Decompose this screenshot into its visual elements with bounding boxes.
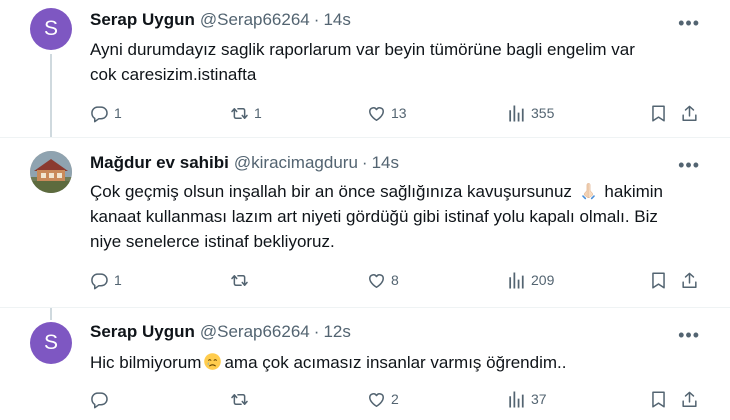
tweet-text: Çok geçmiş olsun inşallah bir an önce sa…: [90, 179, 710, 254]
timestamp[interactable]: 14s: [372, 153, 399, 173]
retweet-icon: [230, 104, 249, 123]
separator: ·: [313, 322, 320, 341]
house-photo-icon: [30, 151, 72, 193]
like-count: 2: [391, 391, 399, 407]
tweet-text-line: cok caresizim.istinafta: [90, 65, 257, 84]
separator: ·: [313, 10, 320, 29]
like-count: 8: [391, 272, 399, 288]
tweet-text-segment: ama çok acımasız insanlar varmış öğrendi…: [224, 353, 567, 372]
bar-chart-icon: [507, 104, 526, 123]
heart-icon: [367, 390, 386, 409]
reply-button[interactable]: 1: [90, 270, 122, 290]
tweet-header: Serap Uygun @Serap66264 · 12s: [90, 322, 351, 342]
author-name[interactable]: Mağdur ev sahibi: [90, 153, 229, 173]
tweet-header: Serap Uygun @Serap66264 · 14s: [90, 10, 351, 30]
avatar[interactable]: [30, 151, 72, 193]
retweet-button[interactable]: 1: [230, 103, 262, 123]
views-button[interactable]: 355: [507, 103, 554, 123]
retweet-icon: [230, 390, 249, 409]
share-icon: [680, 104, 699, 123]
avatar[interactable]: S: [30, 322, 72, 364]
heart-icon: [367, 271, 386, 290]
tweet[interactable]: S Serap Uygun @Serap66264 · 14s ••• Ayni…: [0, 0, 730, 138]
share-button[interactable]: [680, 270, 699, 290]
tweet-header: Mağdur ev sahibi @kiracimagduru · 14s: [90, 153, 399, 173]
timestamp[interactable]: 14s: [323, 10, 350, 30]
like-button[interactable]: 8: [367, 270, 399, 290]
heart-icon: [367, 104, 386, 123]
share-icon: [680, 390, 699, 409]
bar-chart-icon: [507, 390, 526, 409]
bookmark-icon: [649, 271, 668, 290]
bookmark-button[interactable]: [649, 270, 668, 290]
thread-line: [50, 308, 52, 320]
more-options-icon[interactable]: •••: [678, 156, 700, 174]
reply-icon: [90, 104, 109, 123]
retweet-icon: [230, 271, 249, 290]
reply-button[interactable]: 1: [90, 103, 122, 123]
tweet-text-segment: Hic bilmiyorum: [90, 353, 202, 372]
like-button[interactable]: 2: [367, 389, 399, 409]
timestamp[interactable]: 12s: [323, 322, 350, 342]
reply-button[interactable]: [90, 389, 114, 409]
avatar-letter: S: [43, 331, 58, 354]
author-handle[interactable]: @Serap66264: [200, 322, 310, 342]
author-name[interactable]: Serap Uygun: [90, 10, 195, 30]
avatar[interactable]: S: [30, 8, 72, 50]
bookmark-button[interactable]: [649, 389, 668, 409]
retweet-count: 1: [254, 105, 262, 121]
bookmark-icon: [649, 104, 668, 123]
action-bar: 2 37: [90, 389, 700, 409]
tweet-text-line: Hic bilmiyorum ama çok acımasız insanlar…: [90, 350, 710, 375]
separator: ·: [361, 153, 368, 172]
author-name[interactable]: Serap Uygun: [90, 322, 195, 342]
tweet-text-line: Çok geçmiş olsun inşallah bir an önce sa…: [90, 179, 710, 204]
avatar-letter: S: [43, 17, 58, 40]
share-button[interactable]: [680, 103, 699, 123]
reply-icon: [90, 271, 109, 290]
share-icon: [680, 271, 699, 290]
like-button[interactable]: 13: [367, 103, 407, 123]
tweet-text-line: Ayni durumdayız saglik raporlarum var be…: [90, 40, 635, 59]
bookmark-button[interactable]: [649, 103, 668, 123]
tweet-text: Ayni durumdayız saglik raporlarum var be…: [90, 37, 710, 87]
view-count: 355: [531, 105, 555, 121]
tweet[interactable]: Mağdur ev sahibi @kiracimagduru · 14s ••…: [0, 138, 730, 308]
tweet[interactable]: S Serap Uygun @Serap66264 · 12s ••• Hic …: [0, 308, 730, 420]
retweet-button[interactable]: [230, 270, 254, 290]
like-count: 13: [391, 105, 407, 121]
tweet-text-segment: hakimin: [604, 182, 663, 201]
folded-hands-emoji: [581, 183, 595, 200]
reply-count: 1: [114, 105, 122, 121]
tweet-text-line: kanaat kullanması lazım art niyeti gördü…: [90, 207, 658, 226]
crying-face-emoji: [204, 353, 222, 370]
author-handle[interactable]: @Serap66264: [200, 10, 310, 30]
reply-count: 1: [114, 272, 122, 288]
more-options-icon[interactable]: •••: [678, 14, 700, 32]
retweet-button[interactable]: [230, 389, 254, 409]
view-count: 37: [531, 391, 547, 407]
author-handle[interactable]: @kiracimagduru: [234, 153, 358, 173]
tweet-text-segment: Çok geçmiş olsun inşallah bir an önce sa…: [90, 182, 572, 201]
more-options-icon[interactable]: •••: [678, 326, 700, 344]
thread-line: [50, 54, 52, 138]
bookmark-icon: [649, 390, 668, 409]
tweet-text-line: niye senelerce istinaf bekliyoruz.: [90, 232, 335, 251]
view-count: 209: [531, 272, 555, 288]
reply-icon: [90, 390, 109, 409]
bar-chart-icon: [507, 271, 526, 290]
views-button[interactable]: 37: [507, 389, 547, 409]
action-bar: 1 1 13 355: [90, 103, 700, 123]
action-bar: 1 8 209: [90, 270, 700, 290]
tweet-text: Hic bilmiyorum ama çok acımasız insanlar…: [90, 350, 710, 375]
share-button[interactable]: [680, 389, 699, 409]
views-button[interactable]: 209: [507, 270, 554, 290]
